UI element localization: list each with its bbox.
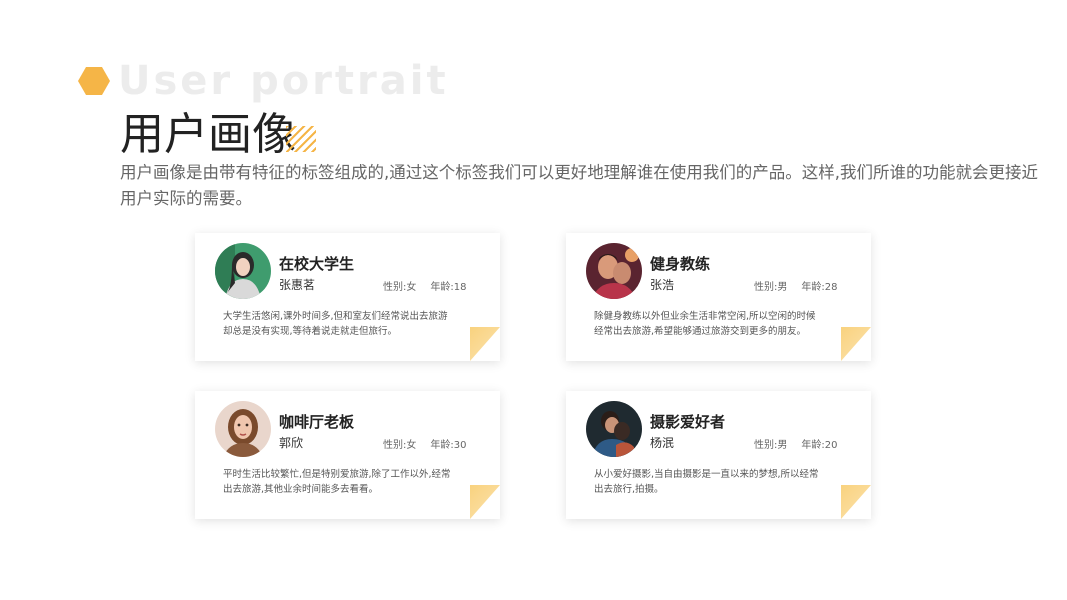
page-title: 用户画像 (120, 109, 296, 160)
card-gender: 性别:男 (754, 440, 788, 451)
card-bio: 大学生活悠闲,课外时间多,但和室友们经常说出去旅游却总是没有实现,等待着说走就走… (223, 311, 448, 337)
card-name: 张惠茗 (279, 278, 316, 292)
card-meta: 性别:女 年龄:18 (383, 278, 466, 293)
folded-corner (470, 327, 500, 361)
avatar-icon (215, 243, 271, 299)
card-age: 年龄:28 (801, 282, 838, 293)
card-age: 年龄:30 (430, 440, 467, 451)
avatar-icon (215, 401, 271, 457)
user-card-coach: 健身教练 张浩 性别:男 年龄:28 除健身教练以外但业余生活非常空闲,所以空闲的… (566, 233, 871, 361)
user-card-student: 在校大学生 张惠茗 性别:女 年龄:18 大学生活悠闲,课外时间多,但和室友们经常… (195, 233, 500, 361)
hexagon-icon (78, 67, 110, 95)
avatar-icon (586, 243, 642, 299)
decorative-stripes (286, 126, 316, 152)
user-card-cafe-owner: 咖啡厅老板 郭欣 性别:女 年龄:30 平时生活比较繁忙,但是特别爱旅游,除了工作… (195, 391, 500, 519)
folded-corner (470, 485, 500, 519)
card-gender: 性别:女 (383, 282, 417, 293)
card-bio: 除健身教练以外但业余生活非常空闲,所以空闲的时候经常出去旅游,希望能够通过旅游交… (594, 311, 816, 337)
card-name: 郭欣 (279, 436, 304, 450)
card-gender: 性别:男 (754, 282, 788, 293)
card-gender: 性别:女 (383, 440, 417, 451)
page-description: 用户画像是由带有特征的标签组成的,通过这个标签我们可以更好地理解谁在使用我们的产… (120, 163, 1038, 208)
avatar-icon (586, 401, 642, 457)
card-name: 张浩 (650, 278, 675, 292)
card-name: 杨泯 (650, 436, 675, 450)
card-meta: 性别:男 年龄:20 (754, 436, 837, 451)
card-role: 咖啡厅老板 (279, 413, 355, 431)
card-role: 健身教练 (650, 255, 711, 273)
card-meta: 性别:男 年龄:28 (754, 278, 837, 293)
card-age: 年龄:18 (430, 282, 467, 293)
card-bio: 从小爱好摄影,当自由摄影是一直以来的梦想,所以经常出去旅行,拍摄。 (594, 469, 819, 495)
user-card-photographer: 摄影爱好者 杨泯 性别:男 年龄:20 从小爱好摄影,当自由摄影是一直以来的梦想,… (566, 391, 871, 519)
card-meta: 性别:女 年龄:30 (383, 436, 466, 451)
card-age: 年龄:20 (801, 440, 838, 451)
folded-corner (841, 327, 871, 361)
card-role: 摄影爱好者 (650, 413, 726, 431)
card-role: 在校大学生 (279, 255, 355, 273)
card-bio: 平时生活比较繁忙,但是特别爱旅游,除了工作以外,经常出去旅游,其他业余时间能多去… (223, 469, 451, 495)
folded-corner (841, 485, 871, 519)
